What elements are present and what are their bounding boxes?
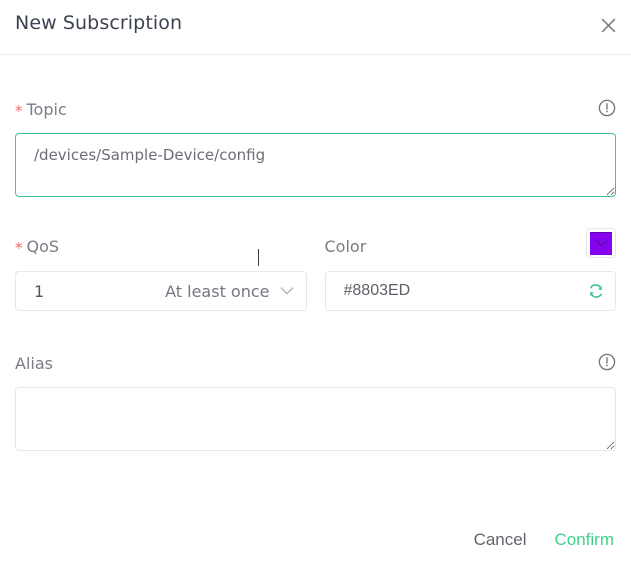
qos-label: * QoS (15, 237, 307, 257)
qos-selected-description: At least once (165, 281, 270, 301)
alias-info-icon[interactable] (598, 353, 616, 371)
qos-label-text: QoS (26, 237, 60, 256)
cancel-button[interactable]: Cancel (472, 526, 529, 554)
topic-input[interactable] (15, 133, 616, 197)
chevron-down-icon (595, 240, 607, 247)
confirm-button[interactable]: Confirm (552, 526, 616, 554)
chevron-down-icon (276, 286, 298, 296)
color-field: Color (324, 228, 616, 311)
topic-label-text: Topic (26, 100, 67, 119)
topic-label: * Topic (15, 99, 616, 120)
close-icon (600, 17, 617, 34)
dialog-body: * Topic * QoS (0, 99, 631, 451)
close-button[interactable] (594, 11, 622, 39)
alias-label-text: Alias (15, 354, 53, 373)
dialog-header: New Subscription (0, 0, 631, 55)
color-label-text: Color (324, 237, 367, 256)
color-label: Color (324, 228, 616, 258)
topic-field-row: * Topic (15, 99, 616, 197)
color-input-wrapper (324, 271, 616, 311)
qos-select[interactable]: 1 At least once (15, 271, 307, 311)
dialog-footer: Cancel Confirm (472, 526, 616, 554)
qos-field: * QoS 1 At least once (15, 239, 307, 311)
color-input[interactable] (325, 281, 615, 301)
qos-color-row: * QoS 1 At least once Color (15, 228, 616, 311)
required-marker: * (15, 101, 23, 120)
topic-info-icon[interactable] (598, 99, 616, 117)
refresh-icon (587, 282, 605, 300)
page-title: New Subscription (15, 12, 183, 34)
alias-label: Alias (15, 353, 616, 373)
color-swatch-button[interactable] (586, 228, 616, 258)
required-marker: * (15, 238, 23, 257)
color-swatch (590, 231, 612, 255)
qos-selected-value: 1 (34, 281, 45, 301)
alias-field-row: Alias (15, 353, 616, 451)
color-refresh-button[interactable] (586, 281, 606, 301)
alias-input[interactable] (15, 387, 616, 451)
new-subscription-dialog: New Subscription * Topic /devices/Sample… (0, 0, 631, 561)
